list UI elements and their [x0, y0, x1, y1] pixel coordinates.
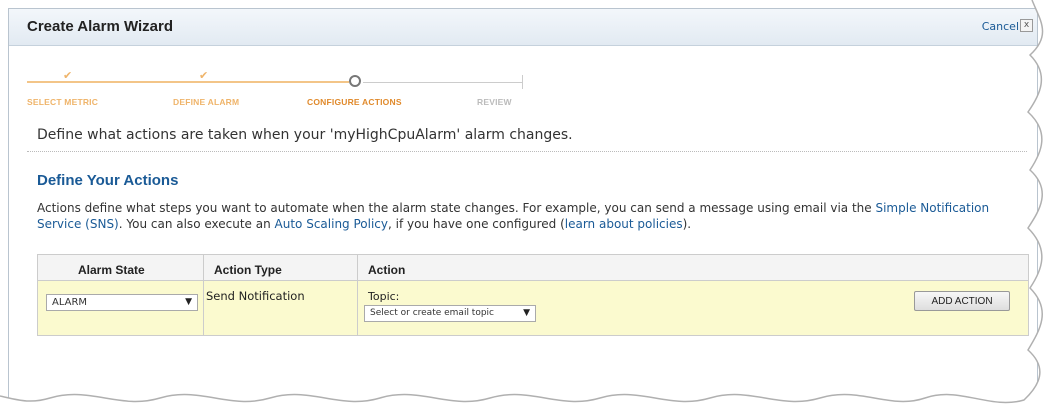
torn-edge-decoration [0, 0, 1049, 419]
